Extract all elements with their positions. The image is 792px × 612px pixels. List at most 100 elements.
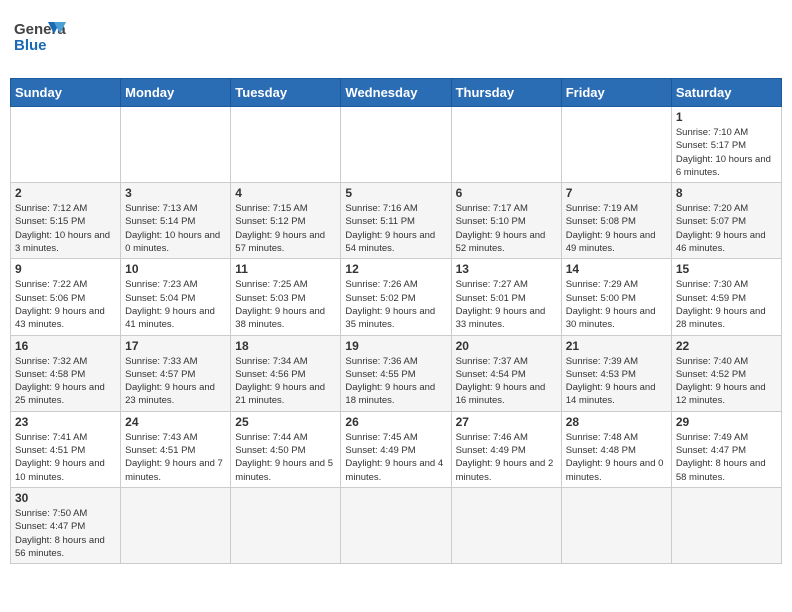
- day-info: Sunrise: 7:27 AMSunset: 5:01 PMDaylight:…: [456, 278, 557, 331]
- calendar-cell: 6Sunrise: 7:17 AMSunset: 5:10 PMDaylight…: [451, 183, 561, 259]
- day-info: Sunrise: 7:43 AMSunset: 4:51 PMDaylight:…: [125, 431, 226, 484]
- day-number: 16: [15, 339, 116, 353]
- day-info: Sunrise: 7:13 AMSunset: 5:14 PMDaylight:…: [125, 202, 226, 255]
- weekday-header-tuesday: Tuesday: [231, 79, 341, 107]
- day-number: 25: [235, 415, 336, 429]
- calendar-cell: 23Sunrise: 7:41 AMSunset: 4:51 PMDayligh…: [11, 411, 121, 487]
- calendar-cell: 29Sunrise: 7:49 AMSunset: 4:47 PMDayligh…: [671, 411, 781, 487]
- day-info: Sunrise: 7:25 AMSunset: 5:03 PMDaylight:…: [235, 278, 336, 331]
- calendar-cell: 2 Sunrise: 7:12 AMSunset: 5:15 PMDaylight…: [11, 183, 121, 259]
- day-info: Sunrise: 7:40 AMSunset: 4:52 PMDaylight:…: [676, 355, 777, 408]
- day-number: 6: [456, 186, 557, 200]
- day-info: Sunrise: 7:19 AMSunset: 5:08 PMDaylight:…: [566, 202, 667, 255]
- calendar-cell: 20 Sunrise: 7:37 AMSunset: 4:54 PMDayligh…: [451, 335, 561, 411]
- calendar-cell: 24 Sunrise: 7:43 AMSunset: 4:51 PMDayligh…: [121, 411, 231, 487]
- day-info: Sunrise: 7:48 AMSunset: 4:48 PMDaylight:…: [566, 431, 667, 484]
- day-info: Sunrise: 7:44 AMSunset: 4:50 PMDaylight:…: [235, 431, 336, 484]
- calendar-cell: [341, 487, 451, 563]
- day-number: 11: [235, 262, 336, 276]
- weekday-header-monday: Monday: [121, 79, 231, 107]
- calendar-week-row: 1 Sunrise: 7:10 AMSunset: 5:17 PMDaylight…: [11, 107, 782, 183]
- calendar-cell: 21 Sunrise: 7:39 AMSunset: 4:53 PMDayligh…: [561, 335, 671, 411]
- day-number: 22: [676, 339, 777, 353]
- day-number: 18: [235, 339, 336, 353]
- day-number: 13: [456, 262, 557, 276]
- day-number: 28: [566, 415, 667, 429]
- calendar-cell: 10 Sunrise: 7:23 AMSunset: 5:04 PMDayligh…: [121, 259, 231, 335]
- calendar-cell: 3 Sunrise: 7:13 AMSunset: 5:14 PMDaylight…: [121, 183, 231, 259]
- calendar-cell: 14Sunrise: 7:29 AMSunset: 5:00 PMDayligh…: [561, 259, 671, 335]
- day-info: Sunrise: 7:50 AMSunset: 4:47 PMDaylight:…: [15, 507, 116, 560]
- weekday-header-sunday: Sunday: [11, 79, 121, 107]
- weekday-header-row: SundayMondayTuesdayWednesdayThursdayFrid…: [11, 79, 782, 107]
- calendar-cell: 30 Sunrise: 7:50 AMSunset: 4:47 PMDayligh…: [11, 487, 121, 563]
- day-info: Sunrise: 7:37 AMSunset: 4:54 PMDaylight:…: [456, 355, 557, 408]
- weekday-header-friday: Friday: [561, 79, 671, 107]
- calendar-cell: 15 Sunrise: 7:30 AMSunset: 4:59 PMDayligh…: [671, 259, 781, 335]
- calendar-cell: [451, 487, 561, 563]
- day-info: Sunrise: 7:10 AMSunset: 5:17 PMDaylight:…: [676, 126, 777, 179]
- day-number: 30: [15, 491, 116, 505]
- calendar-cell: 18 Sunrise: 7:34 AMSunset: 4:56 PMDayligh…: [231, 335, 341, 411]
- calendar-cell: [231, 487, 341, 563]
- day-number: 15: [676, 262, 777, 276]
- day-info: Sunrise: 7:15 AMSunset: 5:12 PMDaylight:…: [235, 202, 336, 255]
- calendar-cell: [561, 487, 671, 563]
- calendar-cell: 13 Sunrise: 7:27 AMSunset: 5:01 PMDayligh…: [451, 259, 561, 335]
- day-number: 27: [456, 415, 557, 429]
- calendar-cell: 1 Sunrise: 7:10 AMSunset: 5:17 PMDaylight…: [671, 107, 781, 183]
- day-info: Sunrise: 7:16 AMSunset: 5:11 PMDaylight:…: [345, 202, 446, 255]
- calendar-cell: 16Sunrise: 7:32 AMSunset: 4:58 PMDayligh…: [11, 335, 121, 411]
- calendar-week-row: 23Sunrise: 7:41 AMSunset: 4:51 PMDayligh…: [11, 411, 782, 487]
- day-info: Sunrise: 7:12 AMSunset: 5:15 PMDaylight:…: [15, 202, 116, 255]
- day-number: 8: [676, 186, 777, 200]
- calendar-week-row: 9 Sunrise: 7:22 AMSunset: 5:06 PMDaylight…: [11, 259, 782, 335]
- day-number: 29: [676, 415, 777, 429]
- day-number: 3: [125, 186, 226, 200]
- day-info: Sunrise: 7:20 AMSunset: 5:07 PMDaylight:…: [676, 202, 777, 255]
- calendar-cell: 28 Sunrise: 7:48 AMSunset: 4:48 PMDayligh…: [561, 411, 671, 487]
- calendar-cell: [121, 107, 231, 183]
- calendar-cell: [121, 487, 231, 563]
- calendar-cell: [341, 107, 451, 183]
- day-info: Sunrise: 7:36 AMSunset: 4:55 PMDaylight:…: [345, 355, 446, 408]
- calendar-cell: [671, 487, 781, 563]
- weekday-header-thursday: Thursday: [451, 79, 561, 107]
- calendar-cell: 5 Sunrise: 7:16 AMSunset: 5:11 PMDaylight…: [341, 183, 451, 259]
- day-info: Sunrise: 7:22 AMSunset: 5:06 PMDaylight:…: [15, 278, 116, 331]
- day-number: 24: [125, 415, 226, 429]
- calendar-cell: 7 Sunrise: 7:19 AMSunset: 5:08 PMDaylight…: [561, 183, 671, 259]
- day-info: Sunrise: 7:39 AMSunset: 4:53 PMDaylight:…: [566, 355, 667, 408]
- day-number: 7: [566, 186, 667, 200]
- day-number: 2: [15, 186, 116, 200]
- day-info: Sunrise: 7:46 AMSunset: 4:49 PMDaylight:…: [456, 431, 557, 484]
- day-number: 17: [125, 339, 226, 353]
- day-number: 9: [15, 262, 116, 276]
- calendar-cell: [451, 107, 561, 183]
- day-info: Sunrise: 7:23 AMSunset: 5:04 PMDaylight:…: [125, 278, 226, 331]
- day-number: 12: [345, 262, 446, 276]
- header: GeneralBlue: [10, 10, 782, 70]
- day-info: Sunrise: 7:45 AMSunset: 4:49 PMDaylight:…: [345, 431, 446, 484]
- day-info: Sunrise: 7:33 AMSunset: 4:57 PMDaylight:…: [125, 355, 226, 408]
- day-number: 20: [456, 339, 557, 353]
- day-number: 23: [15, 415, 116, 429]
- calendar-cell: 12Sunrise: 7:26 AMSunset: 5:02 PMDayligh…: [341, 259, 451, 335]
- calendar-cell: 27 Sunrise: 7:46 AMSunset: 4:49 PMDayligh…: [451, 411, 561, 487]
- day-info: Sunrise: 7:30 AMSunset: 4:59 PMDaylight:…: [676, 278, 777, 331]
- calendar-cell: [231, 107, 341, 183]
- day-info: Sunrise: 7:29 AMSunset: 5:00 PMDaylight:…: [566, 278, 667, 331]
- calendar-cell: 8 Sunrise: 7:20 AMSunset: 5:07 PMDaylight…: [671, 183, 781, 259]
- day-number: 19: [345, 339, 446, 353]
- calendar-cell: [561, 107, 671, 183]
- day-info: Sunrise: 7:34 AMSunset: 4:56 PMDaylight:…: [235, 355, 336, 408]
- calendar-cell: 17 Sunrise: 7:33 AMSunset: 4:57 PMDayligh…: [121, 335, 231, 411]
- day-number: 10: [125, 262, 226, 276]
- day-number: 1: [676, 110, 777, 124]
- day-number: 21: [566, 339, 667, 353]
- day-number: 4: [235, 186, 336, 200]
- day-number: 5: [345, 186, 446, 200]
- calendar-table: SundayMondayTuesdayWednesdayThursdayFrid…: [10, 78, 782, 564]
- calendar-week-row: 30 Sunrise: 7:50 AMSunset: 4:47 PMDayligh…: [11, 487, 782, 563]
- calendar-cell: 4 Sunrise: 7:15 AMSunset: 5:12 PMDaylight…: [231, 183, 341, 259]
